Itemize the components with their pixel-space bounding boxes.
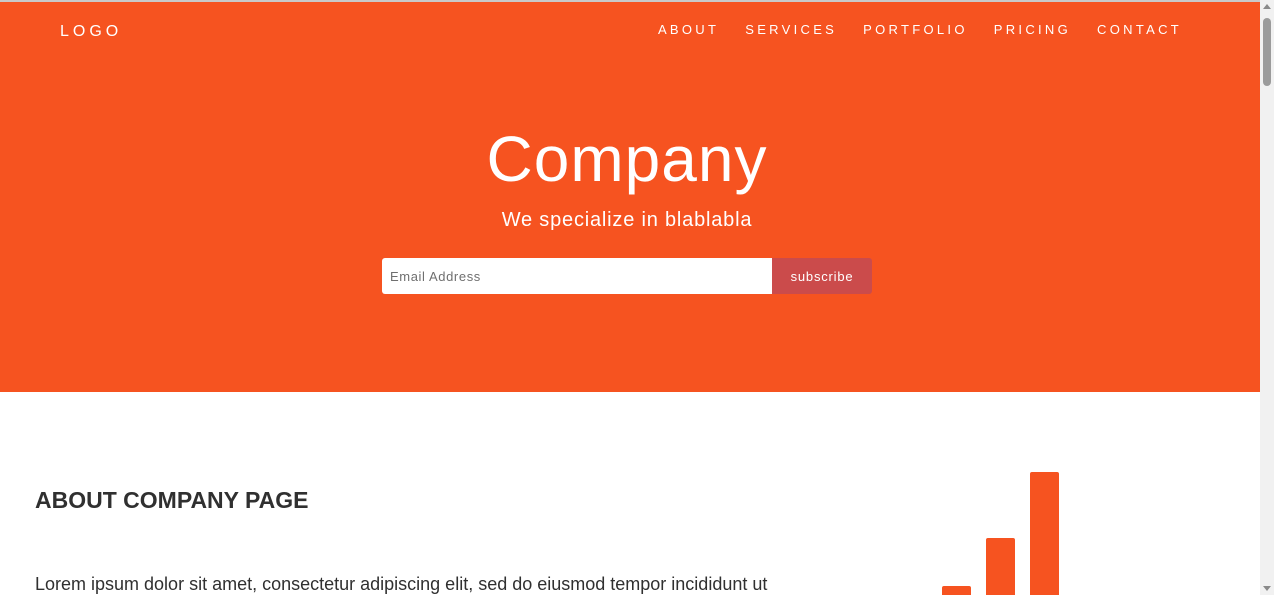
hero-section: LOGO ABOUT SERVICES PORTFOLIO PRICING CO… <box>0 2 1260 392</box>
nav-item-contact: CONTACT <box>1097 21 1182 39</box>
nav-item-about: ABOUT <box>658 21 719 39</box>
main-nav: ABOUT SERVICES PORTFOLIO PRICING CONTACT <box>658 21 1182 39</box>
about-heading: ABOUT COMPANY PAGE <box>35 487 309 513</box>
vertical-scrollbar[interactable] <box>1260 0 1274 595</box>
email-input[interactable] <box>382 258 772 294</box>
bar-tall <box>1030 472 1059 595</box>
scroll-up-arrow-icon[interactable] <box>1263 4 1271 9</box>
subscribe-button[interactable]: subscribe <box>772 258 872 294</box>
nav-link-contact[interactable]: CONTACT <box>1097 22 1182 37</box>
bar-short <box>942 586 971 595</box>
nav-item-pricing: PRICING <box>994 21 1071 39</box>
about-paragraph: Lorem ipsum dolor sit amet, consectetur … <box>35 574 768 594</box>
page: LOGO ABOUT SERVICES PORTFOLIO PRICING CO… <box>0 0 1274 595</box>
scroll-thumb[interactable] <box>1263 18 1271 86</box>
nav-link-services[interactable]: SERVICES <box>745 22 837 37</box>
nav-link-about[interactable]: ABOUT <box>658 22 719 37</box>
scroll-down-arrow-icon[interactable] <box>1263 586 1271 591</box>
nav-item-services: SERVICES <box>745 21 837 39</box>
hero-title: Company <box>486 123 768 195</box>
hero-subtitle: We specialize in blablabla <box>501 209 753 231</box>
bar-medium <box>986 538 1015 595</box>
nav-link-pricing[interactable]: PRICING <box>994 22 1071 37</box>
nav-link-portfolio[interactable]: PORTFOLIO <box>863 22 968 37</box>
logo[interactable]: LOGO <box>60 23 122 41</box>
nav-item-portfolio: PORTFOLIO <box>863 21 968 39</box>
subscribe-form: subscribe <box>382 258 872 294</box>
